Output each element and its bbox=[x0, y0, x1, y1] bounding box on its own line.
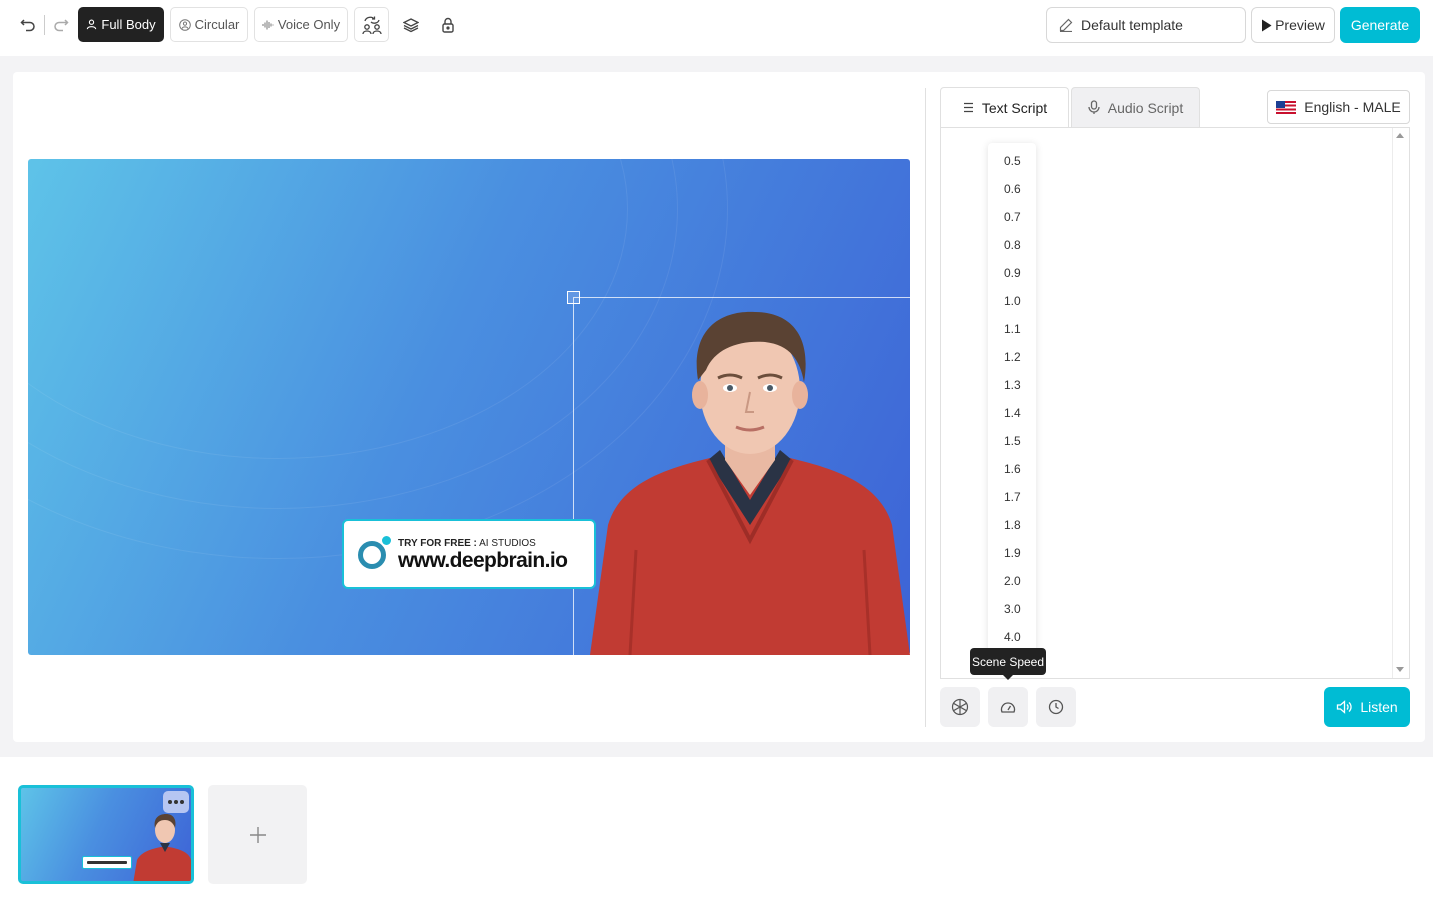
speed-option[interactable]: 1.1 bbox=[988, 315, 1036, 343]
speed-option[interactable]: 1.7 bbox=[988, 483, 1036, 511]
full-body-label: Full Body bbox=[101, 17, 156, 32]
speed-option[interactable]: 1.8 bbox=[988, 511, 1036, 539]
swap-people-icon bbox=[361, 16, 382, 34]
speed-option[interactable]: 1.4 bbox=[988, 399, 1036, 427]
scroll-up-arrow-icon[interactable] bbox=[1396, 133, 1404, 138]
generate-button[interactable]: Generate bbox=[1340, 7, 1420, 43]
speed-option[interactable]: 0.5 bbox=[988, 147, 1036, 175]
speedometer-icon bbox=[1000, 702, 1016, 713]
listen-button[interactable]: Listen bbox=[1324, 687, 1410, 727]
speed-option[interactable]: 1.6 bbox=[988, 455, 1036, 483]
undo-icon[interactable] bbox=[17, 14, 39, 36]
swap-avatar-button[interactable] bbox=[354, 7, 389, 42]
clock-icon bbox=[1048, 699, 1064, 715]
language-selector[interactable]: English - MALE bbox=[1267, 90, 1410, 124]
speed-option[interactable]: 1.9 bbox=[988, 539, 1036, 567]
us-flag-icon bbox=[1276, 100, 1297, 114]
promo-banner[interactable]: TRY FOR FREE : AI STUDIOS www.deepbrain.… bbox=[342, 519, 596, 589]
tab-text-script[interactable]: Text Script bbox=[940, 87, 1069, 127]
toolbar-separator bbox=[44, 15, 45, 35]
layers-icon[interactable] bbox=[400, 14, 422, 36]
circular-button[interactable]: Circular bbox=[170, 7, 248, 42]
scrollbar-track[interactable] bbox=[1392, 128, 1393, 678]
scene-speed-tooltip: Scene Speed bbox=[970, 648, 1046, 680]
speed-option[interactable]: 1.2 bbox=[988, 343, 1036, 371]
speed-option[interactable]: 1.0 bbox=[988, 287, 1036, 315]
add-scene-button[interactable] bbox=[208, 785, 307, 884]
speed-option[interactable]: 3.0 bbox=[988, 595, 1036, 623]
banner-prefix: TRY FOR FREE : bbox=[398, 538, 477, 549]
language-label: English - MALE bbox=[1304, 99, 1401, 115]
plus-icon bbox=[249, 826, 266, 843]
speed-option[interactable]: 2.0 bbox=[988, 567, 1036, 595]
speed-option[interactable]: 0.7 bbox=[988, 203, 1036, 231]
avatar-selection-frame bbox=[573, 297, 910, 655]
speed-option[interactable]: 0.9 bbox=[988, 259, 1036, 287]
full-body-button[interactable]: Full Body bbox=[78, 7, 164, 42]
lock-icon[interactable] bbox=[437, 14, 459, 36]
listen-label: Listen bbox=[1360, 699, 1398, 715]
tab-audio-script-label: Audio Script bbox=[1107, 99, 1184, 116]
ai-assistant-button[interactable] bbox=[940, 687, 980, 727]
template-label: Default template bbox=[1081, 17, 1183, 33]
tab-text-script-label: Text Script bbox=[981, 99, 1048, 116]
menu-lines-icon bbox=[963, 102, 973, 113]
thumbnail-avatar bbox=[133, 814, 191, 881]
panel-divider bbox=[925, 88, 926, 727]
pencil-icon bbox=[1059, 18, 1073, 32]
banner-tagline: TRY FOR FREE : AI STUDIOS bbox=[398, 538, 536, 549]
speed-option[interactable]: 1.5 bbox=[988, 427, 1036, 455]
preview-label: Preview bbox=[1275, 17, 1325, 33]
thumbnail-banner bbox=[82, 856, 132, 869]
voice-only-button[interactable]: Voice Only bbox=[254, 7, 348, 42]
template-selector[interactable]: Default template bbox=[1046, 7, 1246, 43]
scene-options-button[interactable] bbox=[163, 791, 189, 813]
speed-option[interactable]: 0.8 bbox=[988, 231, 1036, 259]
person-icon bbox=[87, 19, 97, 30]
speed-option[interactable]: 4.0 bbox=[988, 623, 1036, 651]
circle-person-icon bbox=[178, 18, 191, 31]
microphone-icon bbox=[1088, 100, 1100, 114]
preview-button[interactable]: Preview bbox=[1251, 7, 1335, 43]
speed-option[interactable]: 1.3 bbox=[988, 371, 1036, 399]
timing-button[interactable] bbox=[1036, 687, 1076, 727]
openai-knot-icon bbox=[951, 698, 969, 716]
voice-only-label: Voice Only bbox=[277, 17, 341, 32]
banner-suffix: AI STUDIOS bbox=[479, 538, 536, 549]
resize-handle[interactable] bbox=[567, 291, 580, 304]
top-toolbar: Full Body Circular Voice Only Default te… bbox=[0, 0, 1433, 56]
tab-audio-script[interactable]: Audio Script bbox=[1071, 87, 1200, 127]
banner-url: www.deepbrain.io bbox=[398, 549, 568, 572]
circular-label: Circular bbox=[194, 17, 240, 32]
speaker-icon bbox=[1337, 700, 1352, 714]
play-icon bbox=[1262, 19, 1272, 31]
scene-speed-button[interactable] bbox=[988, 687, 1028, 727]
scene-speed-menu: 0.5 0.6 0.7 0.8 0.9 1.0 1.1 1.2 1.3 1.4 1.5 1.6 1.7 1… bbox=[988, 143, 1036, 653]
scroll-down-arrow-icon[interactable] bbox=[1396, 667, 1404, 672]
logo-dot bbox=[382, 536, 391, 545]
waveform-icon bbox=[262, 20, 274, 29]
speed-option[interactable]: 0.6 bbox=[988, 175, 1036, 203]
deepbrain-logo-icon bbox=[358, 541, 386, 569]
redo-icon[interactable] bbox=[50, 14, 72, 36]
